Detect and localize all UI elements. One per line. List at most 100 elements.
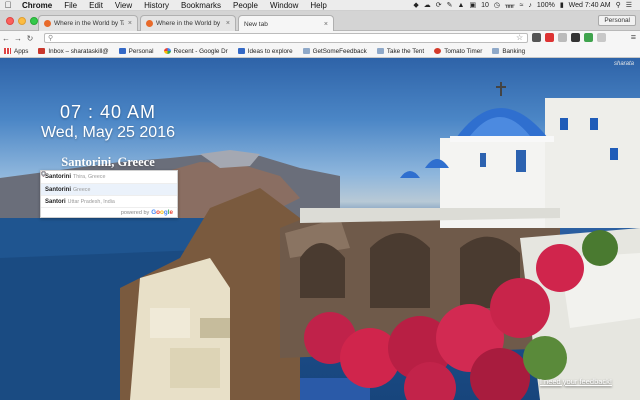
tab-close-icon[interactable]: × (226, 20, 230, 27)
reload-icon[interactable]: ↻ (24, 34, 36, 43)
clock-date: Wed, May 25 2016 (40, 124, 175, 141)
spotlight-icon[interactable]: ⚲ (616, 1, 621, 9)
notification-center-icon[interactable]: ☰ (626, 1, 632, 9)
bluetooth-icon[interactable]: ᚅ (505, 1, 515, 9)
tray-badge-icon[interactable]: ▣ (469, 1, 476, 9)
chrome-menu-icon[interactable]: ≡ (631, 32, 636, 42)
bookmark-icon (237, 48, 245, 54)
bookmark-label: Ideas to explore (247, 47, 293, 55)
bookmark-getsomefeedback[interactable]: GetSomeFeedback (302, 47, 367, 55)
suggestion-secondary-text: Thira, Greece (73, 174, 106, 180)
bookmark-banking[interactable]: Banking (492, 48, 525, 55)
window-close-button[interactable] (6, 17, 14, 25)
bookmark-take-the-tent[interactable]: Take the Tent (376, 47, 425, 55)
folder-icon (302, 48, 310, 54)
browser-toolbar: ← → ↻ ⚲ ☆ ≡ (0, 31, 640, 50)
location-autocomplete-dropdown: Santorini Thira, Greece Santorini Greece… (40, 170, 178, 218)
bookmark-label: Recent - Google Dr (173, 47, 228, 55)
drive-icon[interactable]: ▲ (458, 2, 465, 9)
extension-w-icon[interactable] (597, 33, 606, 42)
bookmark-tomato-timer[interactable]: Tomato Timer (434, 48, 482, 55)
bookmark-star-icon[interactable]: ☆ (516, 33, 523, 42)
menu-file[interactable]: File (58, 1, 83, 10)
mail-icon (38, 48, 46, 54)
google-logo: Google (151, 209, 173, 216)
forward-arrow-icon[interactable]: → (12, 34, 24, 43)
suggestion-item[interactable]: Santori Uttar Pradesh, India (41, 171, 177, 207)
window-minimize-button[interactable] (18, 17, 26, 25)
extension-record-icon[interactable] (545, 33, 554, 42)
window-controls (6, 17, 38, 25)
extension-sync-icon[interactable] (558, 33, 567, 42)
tab-favicon-icon (44, 20, 51, 27)
menu-app-name[interactable]: Chrome (16, 1, 58, 10)
powered-by-text: powered by (120, 209, 150, 216)
wifi-icon[interactable]: ≈ (520, 2, 524, 9)
menubar-clock[interactable]: Wed 7:40 AM (569, 2, 611, 9)
bookmark-label: Banking (502, 47, 526, 55)
bookmark-apps[interactable]: Apps (4, 48, 28, 55)
bookmark-label: Take the Tent (386, 47, 425, 55)
feedback-link[interactable]: I need your feedback! (540, 377, 612, 386)
apps-icon (4, 48, 11, 54)
bookmark-label: Personal (128, 47, 154, 55)
menu-bookmarks[interactable]: Bookmarks (175, 1, 227, 10)
menu-view[interactable]: View (109, 1, 138, 10)
tab-close-icon[interactable]: × (324, 21, 328, 28)
time-machine-icon[interactable]: ◷ (494, 1, 500, 9)
bookmark-label: GetSomeFeedback (312, 47, 367, 55)
suggestion-secondary-text: Greece (73, 186, 91, 193)
bookmark-icon (118, 48, 126, 54)
address-bar[interactable]: ⚲ (44, 33, 528, 50)
tab-title: New tab (244, 20, 268, 28)
powered-by-google: powered by Google (41, 207, 177, 217)
extension-evernote-icon[interactable] (584, 33, 593, 42)
photo-credit: sharata (613, 61, 634, 67)
suggestion-main-text: Santorini (45, 186, 72, 193)
google-icon (163, 48, 171, 54)
tab-close-icon[interactable]: × (128, 20, 132, 27)
menu-help[interactable]: Help (304, 1, 332, 10)
menu-window[interactable]: Window (264, 1, 304, 10)
tab-strip: Where in the World by Tab × Where in the… (0, 11, 640, 32)
bookmark-label: Tomato Timer (444, 47, 483, 55)
dropbox-icon[interactable]: ◆ (413, 1, 418, 9)
bookmarks-bar: Apps Inbox – sharataskill@ Personal Rece… (0, 45, 640, 58)
menu-history[interactable]: History (138, 1, 175, 10)
tray-count[interactable]: 10 (481, 2, 489, 9)
bookmark-google-drive[interactable]: Recent - Google Dr (163, 47, 228, 55)
tab-where-in-the-world-1[interactable]: Where in the World by Tab × (38, 15, 138, 31)
profile-button[interactable]: Personal (598, 15, 636, 26)
cloud-icon[interactable]: ☁ (424, 1, 431, 9)
battery-percent[interactable]: 100% (537, 2, 555, 9)
bookmark-ideas[interactable]: Ideas to explore (237, 47, 293, 55)
folder-icon (376, 48, 384, 54)
tab-new-tab[interactable]: New tab × (238, 15, 334, 32)
tab-title: Where in the World by Tab (54, 20, 124, 27)
suggestion-main-text: Santori (45, 198, 66, 205)
bookmark-personal[interactable]: Personal (118, 47, 154, 55)
battery-icon[interactable]: ▮ (560, 1, 564, 9)
bookmark-label: Apps (14, 47, 29, 55)
bookmark-inbox[interactable]: Inbox – sharataskill@ (38, 47, 109, 55)
back-arrow-icon[interactable]: ← (0, 34, 12, 43)
suggestion-item[interactable]: Santorini Thira, Greece (41, 171, 177, 183)
menubar-tray: ◆ ☁ ⟳ ✎ ▲ ▣ 10 ◷ ᚅ ≈ ♪ 100% ▮ Wed 7:40 A… (413, 1, 640, 10)
apple-menu-icon[interactable]:  (0, 0, 16, 10)
extension-pocket-icon[interactable] (532, 33, 541, 42)
window-zoom-button[interactable] (30, 17, 38, 25)
pen-icon[interactable]: ✎ (447, 1, 453, 9)
menu-people[interactable]: People (227, 1, 264, 10)
folder-icon (492, 48, 500, 54)
menu-edit[interactable]: Edit (83, 1, 109, 10)
search-icon: ⚲ (48, 35, 54, 42)
new-tab-page: sharata 07 : 40 AM Wed, May 25 2016 Sant… (0, 58, 640, 400)
suggestion-main-text: Santorini (45, 174, 72, 180)
suggestion-item-selected[interactable]: Santorini Greece (41, 171, 177, 195)
location-title[interactable]: Santorini, Greece (0, 155, 216, 170)
extension-dark-icon[interactable] (571, 33, 580, 42)
volume-icon[interactable]: ♪ (528, 2, 532, 9)
tab-where-in-the-world-2[interactable]: Where in the World by Tab × (140, 15, 236, 31)
sync-icon[interactable]: ⟳ (436, 1, 442, 9)
bookmark-label: Inbox – sharataskill@ (48, 47, 109, 55)
